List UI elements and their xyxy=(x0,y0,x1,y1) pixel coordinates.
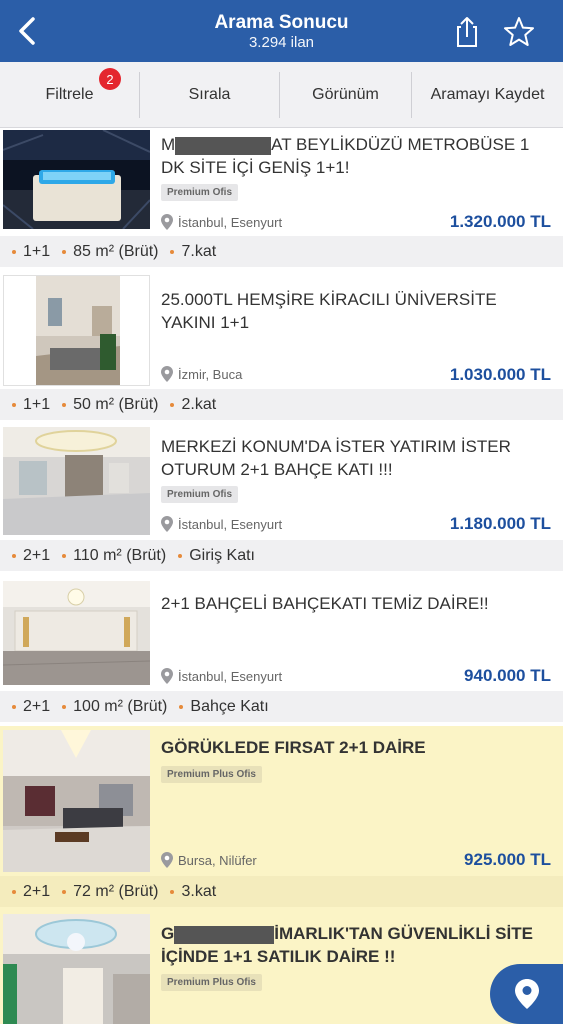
location-text: Bursa, Nilüfer xyxy=(178,852,257,868)
location-pin-icon xyxy=(161,516,173,532)
listing-item[interactable]: 25.000TL HEMŞİRE KİRACILI ÜNİVERSİTE YAK… xyxy=(0,272,563,424)
premium-plus-tag: Premium Plus Ofis xyxy=(161,766,262,783)
listing-location: İstanbul, Esenyurt xyxy=(161,668,282,684)
redacted-text xyxy=(174,925,275,944)
attr-rooms: 2+1 xyxy=(12,883,50,901)
result-count: 3.294 ilan xyxy=(248,34,315,51)
attr-rooms: 1+1 xyxy=(12,243,50,261)
listing-attributes: 2+1 110 m² (Brüt) Giriş Katı xyxy=(0,540,563,571)
listing-attributes: 2+1 100 m² (Brüt) Bahçe Katı xyxy=(0,691,563,722)
attr-rooms: 1+1 xyxy=(12,396,50,414)
listing-item[interactable]: MERKEZİ KONUM'DA İSTER YATIRIM İSTER OTU… xyxy=(0,424,563,576)
location-text: İstanbul, Esenyurt xyxy=(178,214,283,230)
attr-floor: Giriş Katı xyxy=(178,547,255,565)
sort-label: Sırala xyxy=(188,86,231,103)
title-text: DK SİTE İÇİ GENİŞ 1+1! xyxy=(161,158,350,177)
listing-photo[interactable] xyxy=(3,914,150,1024)
listing-title: MERKEZİ KONUM'DA İSTER YATIRIM İSTER OTU… xyxy=(161,437,511,479)
title-text: AT BEYLİKDÜZÜ METROBÜSE 1 xyxy=(271,135,530,154)
attr-area: 85 m² (Brüt) xyxy=(62,243,158,261)
attr-area: 110 m² (Brüt) xyxy=(62,547,166,565)
back-button[interactable] xyxy=(12,15,42,47)
attr-area: 72 m² (Brüt) xyxy=(62,883,158,901)
favorite-search-button[interactable] xyxy=(502,15,536,49)
listing-attributes: 1+1 85 m² (Brüt) 7.kat xyxy=(0,236,563,267)
attr-floor: 3.kat xyxy=(170,883,216,901)
filter-label: Filtrele xyxy=(45,86,94,103)
listing-photo[interactable] xyxy=(3,730,150,872)
listing-item[interactable]: 2+1 BAHÇELİ BAHÇEKATI TEMİZ DAİRE!! İsta… xyxy=(0,576,563,726)
chevron-left-icon xyxy=(19,17,35,45)
save-search-button[interactable]: Aramayı Kaydet xyxy=(412,62,563,128)
listing-location: İstanbul, Esenyurt xyxy=(161,214,282,230)
sort-button[interactable]: Sırala xyxy=(140,62,279,128)
filter-toolbar: Filtrele Sırala Görünüm Aramayı Kaydet xyxy=(0,62,563,128)
listing-title: 25.000TL HEMŞİRE KİRACILI ÜNİVERSİTE YAK… xyxy=(161,290,497,332)
title-text: M xyxy=(161,135,176,154)
map-pin-icon xyxy=(514,979,539,1009)
attr-floor: 7.kat xyxy=(170,243,216,261)
map-view-button[interactable] xyxy=(490,964,563,1024)
listing-title: 2+1 BAHÇELİ BAHÇEKATI TEMİZ DAİRE!! xyxy=(161,594,489,613)
premium-tag: Premium Ofis xyxy=(161,184,239,201)
listing-location: İstanbul, Esenyurt xyxy=(161,516,282,532)
listing-photo[interactable] xyxy=(3,130,150,229)
listing-photo[interactable] xyxy=(3,581,150,685)
location-text: İzmir, Buca xyxy=(178,366,243,382)
attr-rooms: 2+1 xyxy=(12,547,50,565)
listing-attributes: 1+1 50 m² (Brüt) 2.kat xyxy=(0,389,563,420)
listing-photo[interactable] xyxy=(3,275,150,386)
listing-price: 925.000 TL xyxy=(464,850,551,869)
location-pin-icon xyxy=(161,668,173,684)
title-text: İÇİNDE 1+1 SATILIK DAİRE !! xyxy=(161,947,396,966)
attr-floor: 2.kat xyxy=(170,396,216,414)
attr-rooms: 2+1 xyxy=(12,698,50,716)
listing-item[interactable]: GÖRÜKLEDE FIRSAT 2+1 DAİRE Premium Plus … xyxy=(0,726,563,910)
listing-item[interactable]: G İMARLIK'TAN GÜVENLİKLİ SİTE İÇİNDE 1+1 S… xyxy=(0,910,563,1024)
location-pin-icon xyxy=(161,214,173,230)
listing-location: İzmir, Buca xyxy=(161,366,242,382)
listing-title: M AT BEYLİKDÜZÜ METROBÜSE 1 DK SİTE İÇİ GE… xyxy=(161,133,549,179)
listing-photo[interactable] xyxy=(3,427,150,535)
listing-price: 940.000 TL xyxy=(464,666,551,685)
location-pin-icon xyxy=(161,366,173,382)
star-outline-icon xyxy=(504,17,534,46)
share-button[interactable] xyxy=(452,15,482,49)
share-icon xyxy=(457,17,477,47)
view-label: Görünüm xyxy=(312,86,379,103)
location-text: İstanbul, Esenyurt xyxy=(178,668,283,684)
filter-count-badge: 2 xyxy=(99,68,121,90)
listing-location: Bursa, Nilüfer xyxy=(161,852,257,868)
listing-attributes: 2+1 72 m² (Brüt) 3.kat xyxy=(0,876,563,907)
premium-plus-tag: Premium Plus Ofis xyxy=(161,974,262,991)
location-text: İstanbul, Esenyurt xyxy=(178,516,283,532)
attr-area: 100 m² (Brüt) xyxy=(62,698,167,716)
attr-floor: Bahçe Katı xyxy=(179,698,269,716)
listing-item[interactable]: M AT BEYLİKDÜZÜ METROBÜSE 1 DK SİTE İÇİ GE… xyxy=(0,128,563,272)
page-title: Arama Sonucu xyxy=(214,12,349,33)
title-text: İMARLIK'TAN GÜVENLİKLİ SİTE xyxy=(274,924,533,943)
save-search-label: Aramayı Kaydet xyxy=(430,86,545,103)
location-pin-icon xyxy=(161,852,173,868)
listing-price: 1.180.000 TL xyxy=(449,514,551,533)
view-button[interactable]: Görünüm xyxy=(280,62,411,128)
listing-title: GÖRÜKLEDE FIRSAT 2+1 DAİRE xyxy=(161,738,426,757)
listing-price: 1.320.000 TL xyxy=(449,212,551,231)
listing-title: G İMARLIK'TAN GÜVENLİKLİ SİTE İÇİNDE 1+1 S… xyxy=(161,922,549,968)
redacted-text xyxy=(175,136,272,155)
premium-tag: Premium Ofis xyxy=(161,486,239,503)
attr-area: 50 m² (Brüt) xyxy=(62,396,158,414)
title-text: G xyxy=(161,924,175,943)
listing-price: 1.030.000 TL xyxy=(449,365,551,384)
header-title-group: Arama Sonucu 3.294 ilan xyxy=(120,12,443,52)
header-bar: Arama Sonucu 3.294 ilan xyxy=(0,0,563,62)
